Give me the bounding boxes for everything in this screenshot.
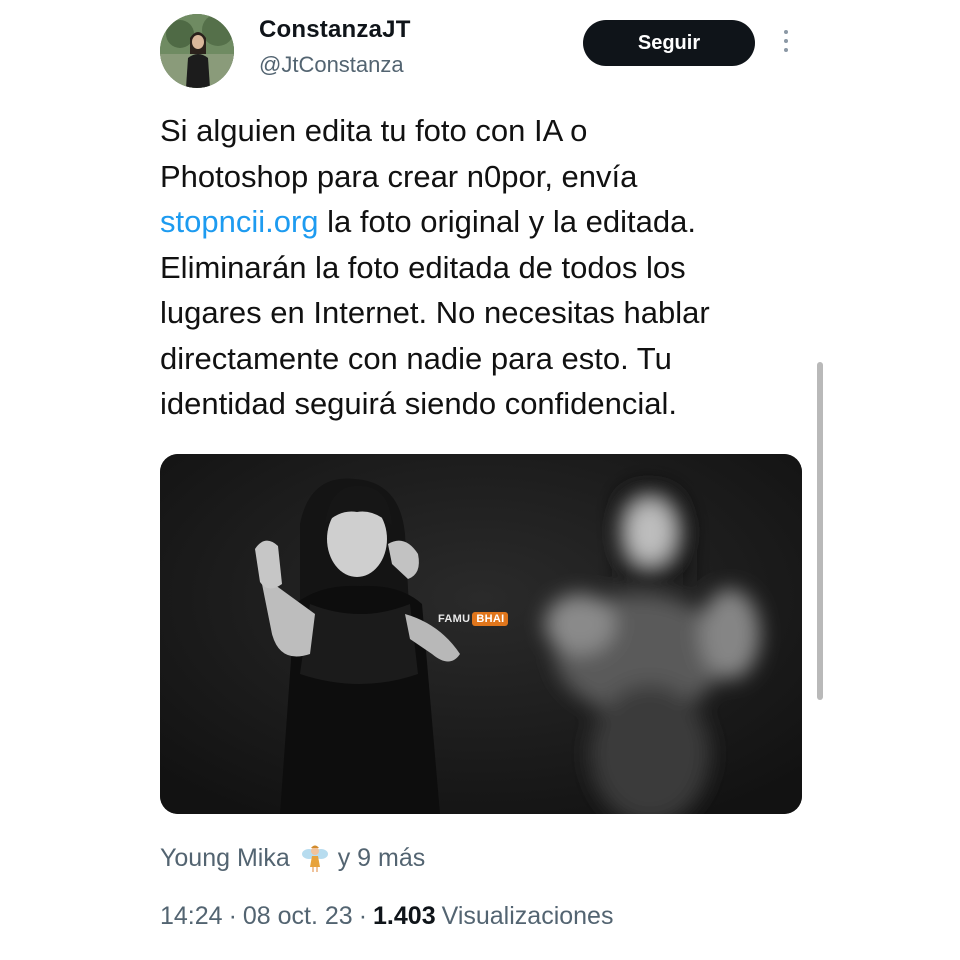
tweet-line: lugares en Internet. No necesitas hablar <box>160 295 710 330</box>
liker-name[interactable]: Young Mika <box>160 844 290 873</box>
fairy-icon <box>301 845 328 872</box>
media-watermark: FAMU BHAI <box>438 612 509 626</box>
author-handle[interactable]: @JtConstanza <box>259 52 404 78</box>
tweet-line: Eliminarán la foto editada de todos los <box>160 249 686 285</box>
tweet-line: Si alguien edita tu foto con IA o <box>160 113 588 148</box>
author-avatar[interactable] <box>160 14 234 88</box>
tweet-text: Si alguien edita tu foto con IA o Photos… <box>160 108 800 427</box>
tweet-date[interactable]: 08 oct. 23 <box>243 902 353 931</box>
meta-separator: · <box>228 902 237 930</box>
tweet-media-image[interactable]: FAMU BHAI <box>160 454 802 814</box>
views-count[interactable]: 1.403 <box>373 902 436 931</box>
meta-separator: · <box>358 902 368 930</box>
follow-button[interactable]: Seguir <box>583 20 755 66</box>
profile-photo <box>160 14 234 88</box>
tweet-line-with-link: stopncii.org la foto original y la edita… <box>160 199 800 245</box>
liker-others[interactable]: y 9 más <box>338 844 426 873</box>
watermark-text: FAMU <box>438 613 471 625</box>
vertical-dots-icon[interactable] <box>776 30 796 58</box>
comparison-photo <box>160 454 802 814</box>
tweet-line: directamente con nadie para esto. Tu <box>160 340 672 376</box>
scrollbar[interactable] <box>817 362 823 700</box>
tweet-link[interactable]: stopncii.org <box>160 204 319 239</box>
watermark-tag: BHAI <box>472 612 509 626</box>
tweet-meta: 14:24 · 08 oct. 23 · 1.403 Visualizacion… <box>160 902 613 931</box>
tweet-time[interactable]: 14:24 <box>160 902 223 931</box>
author-display-name[interactable]: ConstanzaJT <box>259 16 411 44</box>
tweet-line-rest: la foto original y la editada. <box>318 204 696 239</box>
liked-by-row[interactable]: Young Mika y 9 más <box>160 843 425 873</box>
tweet-line: identidad seguirá siendo confidencial. <box>160 386 678 421</box>
tweet-line: Photoshop para crear n0por, envía <box>160 158 638 194</box>
views-label[interactable]: Visualizaciones <box>442 902 614 931</box>
